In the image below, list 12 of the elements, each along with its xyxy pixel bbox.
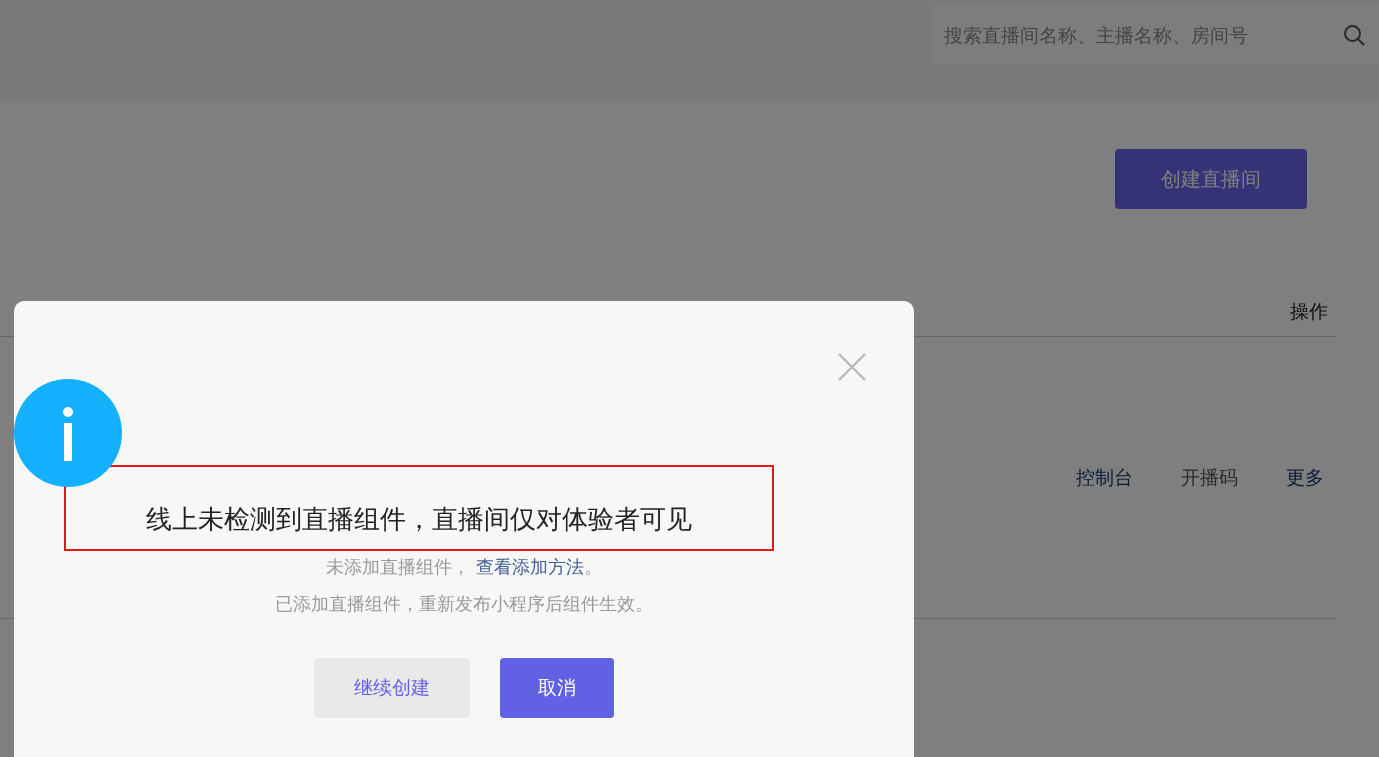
close-icon[interactable] <box>837 352 867 382</box>
column-header: 操作 <box>1290 298 1328 324</box>
note-text: 已添加直播组件，重新发布小程序后组件生效。 <box>275 592 653 616</box>
add-method-link[interactable]: 查看添加方法 <box>475 556 584 577</box>
search-icon[interactable] <box>1343 24 1365 46</box>
create-room-button[interactable]: 创建直播间 <box>1115 149 1307 209</box>
dialog-button[interactable]: 继续创建 <box>314 658 470 718</box>
row-action-link[interactable]: 控制台 <box>1076 464 1133 491</box>
dialog-button[interactable]: 取消 <box>500 658 614 718</box>
dialog-title: 线上未检测到直播组件，直播间仅对体验者可见 <box>146 503 692 536</box>
hint-text: 未添加直播组件， 查看添加方法。 <box>326 555 602 579</box>
row-action-link[interactable]: 更多 <box>1286 464 1324 491</box>
